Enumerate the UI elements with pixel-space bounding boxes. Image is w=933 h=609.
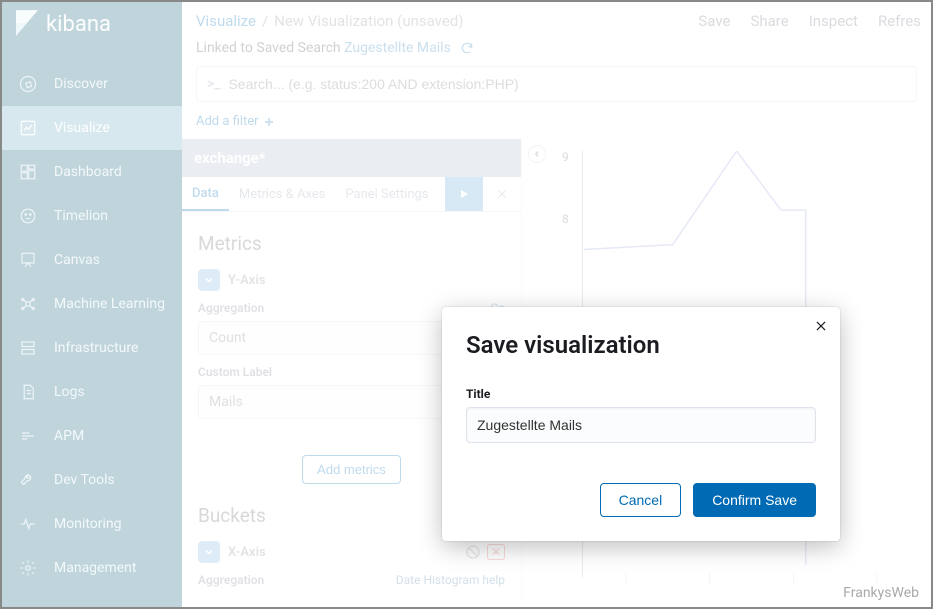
modal-close-button[interactable] bbox=[814, 319, 828, 337]
close-icon bbox=[814, 319, 828, 333]
watermark: FrankysWeb bbox=[843, 585, 919, 601]
confirm-save-button[interactable]: Confirm Save bbox=[693, 483, 816, 517]
cancel-button[interactable]: Cancel bbox=[600, 483, 682, 517]
title-field-label: Title bbox=[466, 387, 816, 401]
modal-title: Save visualization bbox=[466, 331, 816, 359]
title-field[interactable] bbox=[466, 407, 816, 443]
save-visualization-modal: Save visualization Title Cancel Confirm … bbox=[442, 307, 840, 541]
